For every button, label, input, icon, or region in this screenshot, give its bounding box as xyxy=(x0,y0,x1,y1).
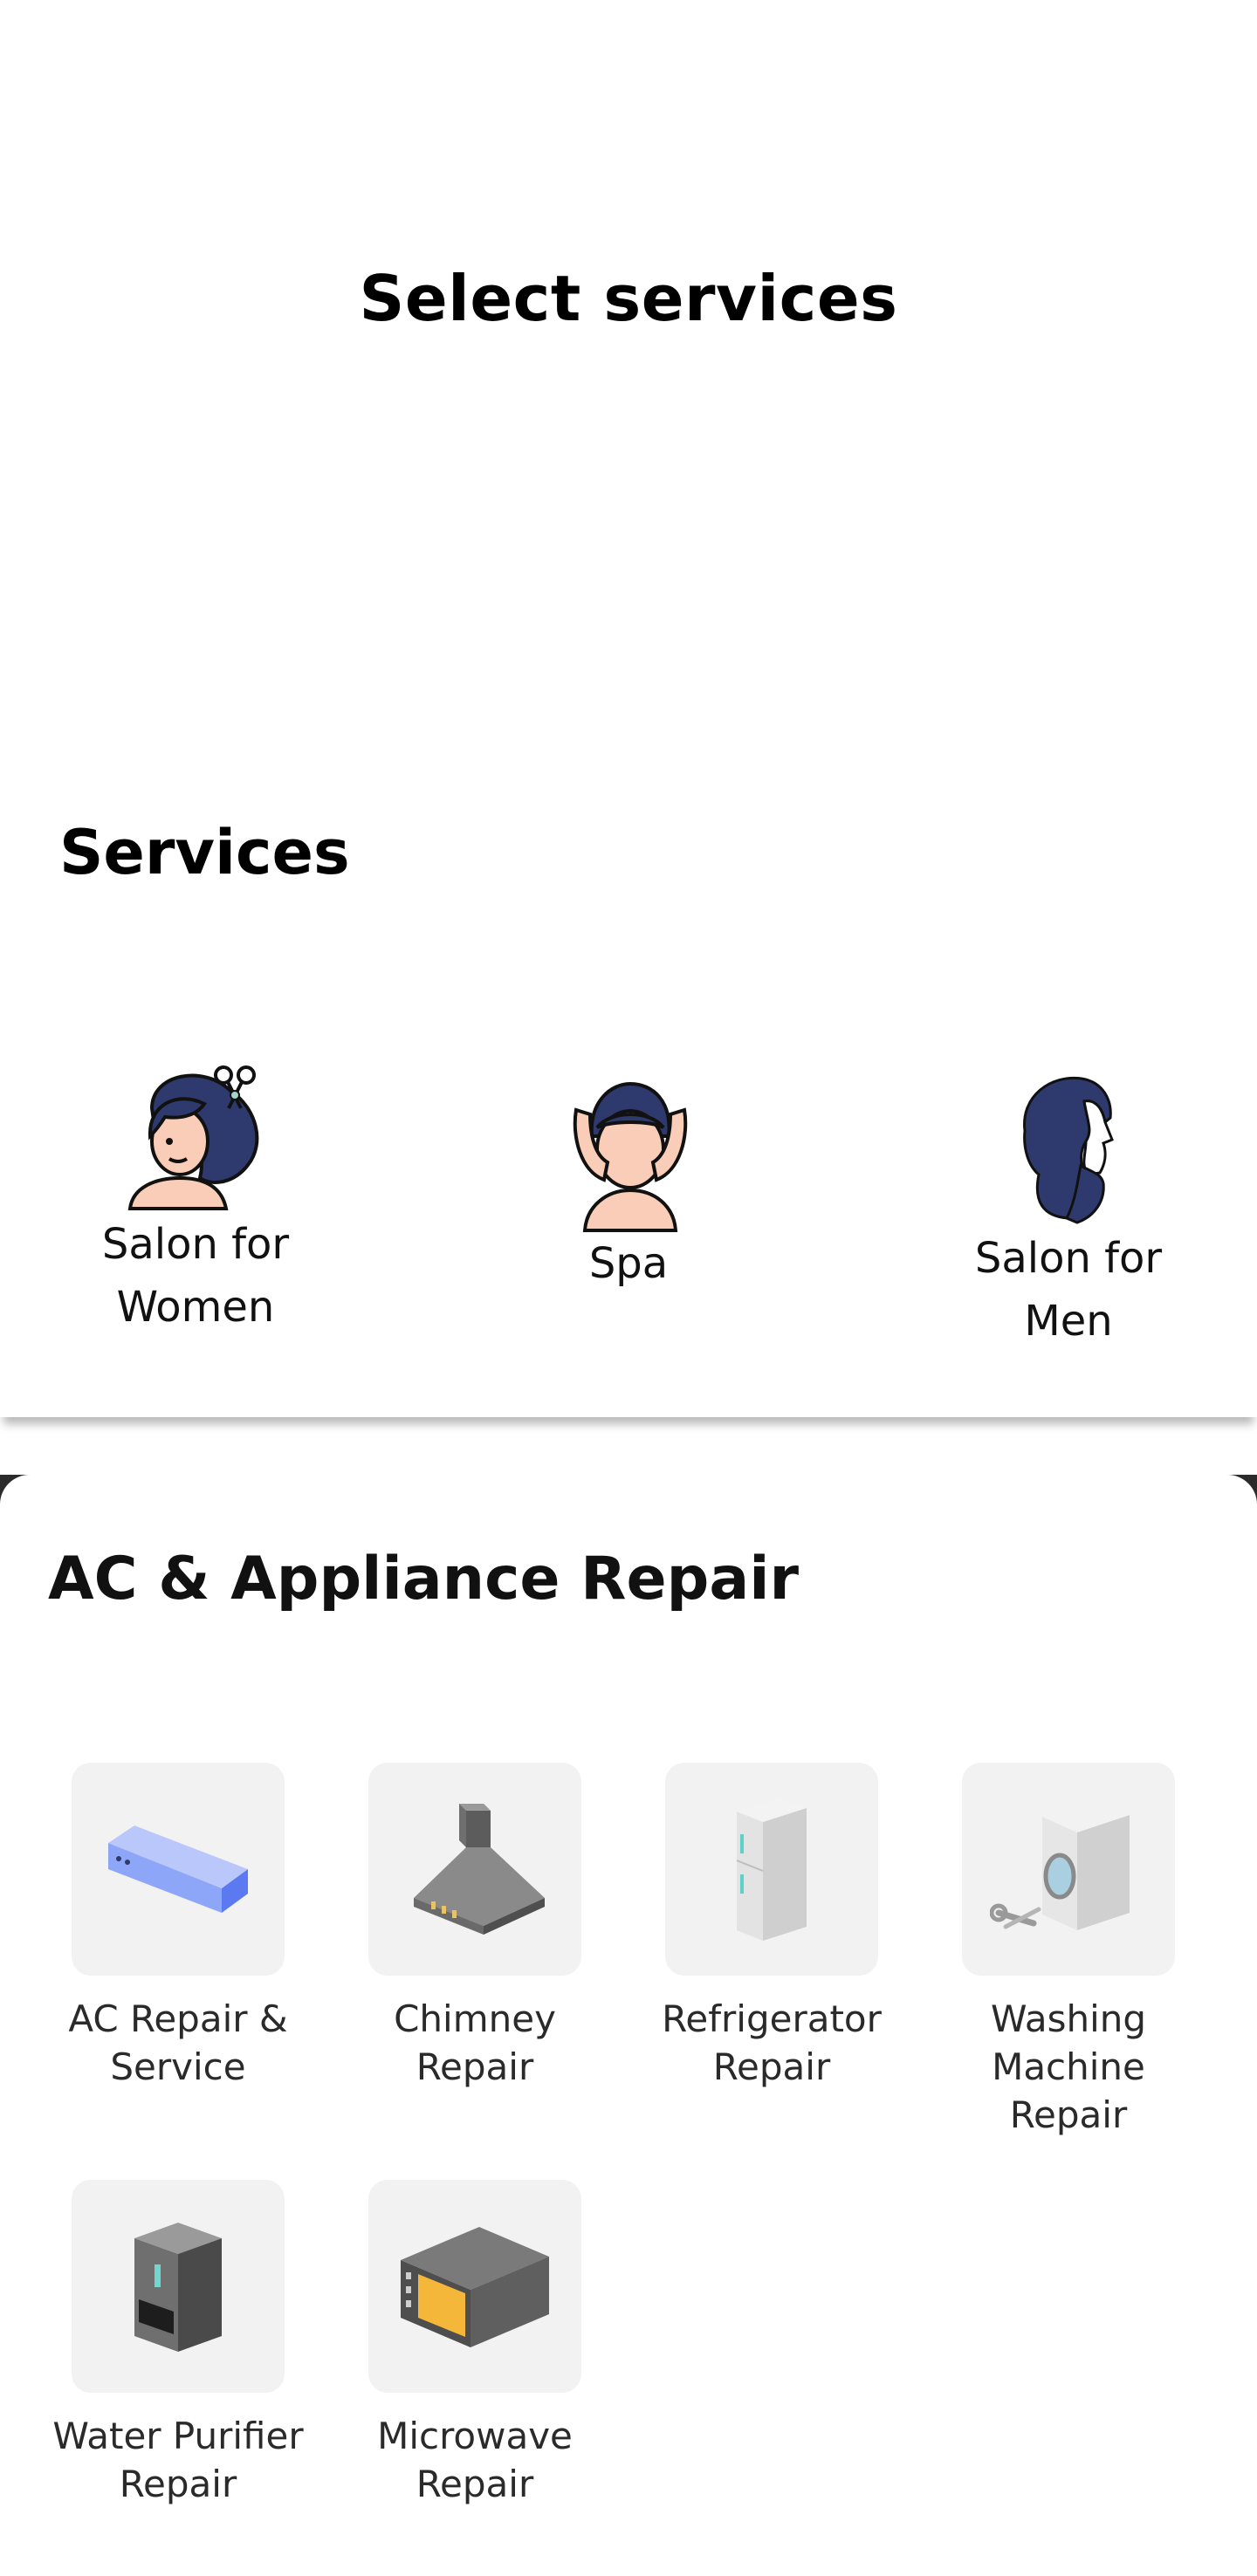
tile-image xyxy=(962,1763,1175,1976)
repair-card: AC & Appliance Repair AC Repair & Servic… xyxy=(0,1475,1257,2576)
service-label: Spa xyxy=(588,1239,669,1288)
tile-label: AC Repair & Service xyxy=(68,1997,288,2088)
page-title: Select services xyxy=(359,262,898,335)
tile-refrigerator-repair[interactable]: Refrigerator Repair xyxy=(641,1763,903,2091)
repair-section-heading: AC & Appliance Repair xyxy=(48,1545,800,1613)
man-salon-icon xyxy=(1023,1076,1114,1224)
service-label: Salon for Men xyxy=(974,1234,1163,1346)
tile-label: Chimney Repair xyxy=(394,1997,556,2088)
microwave-icon xyxy=(401,2227,549,2347)
tile-ac-repair[interactable]: AC Repair & Service xyxy=(47,1763,309,2091)
water-purifier-icon xyxy=(134,2223,222,2352)
tile-chimney-repair[interactable]: Chimney Repair xyxy=(344,1763,606,2091)
tile-water-purifier-repair[interactable]: Water Purifier Repair xyxy=(47,2180,309,2508)
refrigerator-icon xyxy=(736,1798,807,1941)
tile-image xyxy=(368,2180,581,2393)
tile-label: Washing Machine Repair xyxy=(990,1997,1147,2136)
tile-image xyxy=(665,1763,878,1976)
washing-machine-icon xyxy=(990,1799,1130,1930)
services-heading: Services xyxy=(59,817,350,888)
tile-label: Water Purifier Repair xyxy=(52,2415,304,2505)
service-label: Salon for Women xyxy=(101,1220,290,1332)
woman-salon-icon xyxy=(127,1065,259,1210)
tile-washing-machine-repair[interactable]: Washing Machine Repair xyxy=(938,1763,1199,2139)
tile-label: Refrigerator Repair xyxy=(662,1997,882,2088)
tile-image xyxy=(368,1763,581,1976)
air-conditioner-icon xyxy=(108,1826,248,1913)
service-selection-panel: Select services Services Salon for Women… xyxy=(0,0,1257,1417)
tile-image xyxy=(72,2180,285,2393)
tile-image xyxy=(72,1763,285,1976)
page: Select services Services Salon for Women… xyxy=(0,0,1257,2576)
tile-microwave-repair[interactable]: Microwave Repair xyxy=(344,2180,606,2508)
chimney-hood-icon xyxy=(414,1804,545,1935)
service-spa[interactable]: Spa xyxy=(489,1075,768,1295)
service-salon-women[interactable]: Salon for Women xyxy=(56,1056,335,1339)
spa-face-icon xyxy=(573,1081,688,1232)
service-salon-men[interactable]: Salon for Men xyxy=(929,1070,1208,1353)
tile-label: Microwave Repair xyxy=(377,2415,573,2505)
